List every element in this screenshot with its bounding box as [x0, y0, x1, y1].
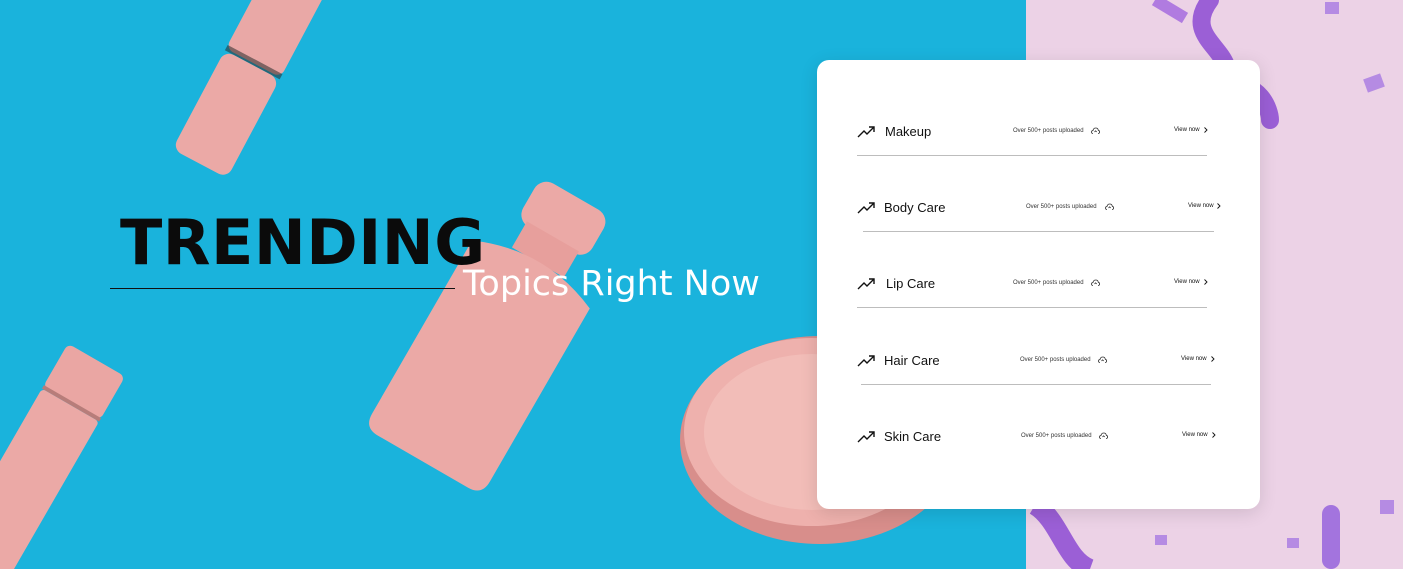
chevron-right-icon [1211, 356, 1215, 362]
row-divider [861, 384, 1211, 385]
cloud-upload-icon [1099, 432, 1108, 439]
cloud-upload-icon [1098, 356, 1107, 363]
topic-name: Lip Care [886, 276, 936, 291]
trending-up-icon [857, 355, 875, 367]
topic-row[interactable]: Lip Care Over 500+ posts uploaded View n… [857, 268, 1208, 308]
topic-meta: Over 500+ posts uploaded [1013, 280, 1084, 286]
cloud-upload-icon [1091, 127, 1100, 134]
trending-topics-card: Makeup Over 500+ posts uploaded View now… [817, 60, 1260, 509]
lipstick-top-image [175, 0, 325, 175]
chevron-right-icon [1212, 432, 1216, 438]
ribbon-bottom-image [1029, 496, 1340, 569]
topic-name: Body Care [884, 200, 946, 215]
trending-up-icon [857, 126, 875, 138]
topic-row[interactable]: Makeup Over 500+ posts uploaded View now [857, 116, 1208, 156]
cloud-upload-icon [1091, 279, 1100, 286]
view-now-link[interactable]: View now [1181, 356, 1207, 362]
topic-name: Makeup [885, 124, 932, 139]
trending-up-icon [857, 202, 875, 214]
topic-meta: Over 500+ posts uploaded [1013, 128, 1084, 134]
topic-meta: Over 500+ posts uploaded [1020, 357, 1091, 363]
row-divider [857, 155, 1207, 156]
chevron-right-icon [1204, 127, 1208, 133]
trending-up-icon [857, 431, 875, 443]
title-underline [110, 288, 455, 289]
topic-row[interactable]: Body Care Over 500+ posts uploaded View … [857, 192, 1221, 232]
topic-name: Hair Care [884, 353, 940, 368]
chevron-right-icon [1204, 279, 1208, 285]
lipstick-bottom-image [0, 345, 123, 569]
view-now-link[interactable]: View now [1174, 127, 1200, 133]
page-subtitle: Topics Right Now [463, 264, 760, 304]
row-divider [863, 231, 1214, 232]
cloud-upload-icon [1105, 203, 1114, 210]
page-title: TRENDING [120, 206, 486, 279]
view-now-link[interactable]: View now [1188, 203, 1214, 209]
topic-row[interactable]: Hair Care Over 500+ posts uploaded View … [857, 345, 1215, 385]
view-now-link[interactable]: View now [1174, 279, 1200, 285]
topic-meta: Over 500+ posts uploaded [1026, 204, 1097, 210]
topic-row[interactable]: Skin Care Over 500+ posts uploaded View … [857, 421, 1217, 461]
topic-meta: Over 500+ posts uploaded [1021, 433, 1092, 439]
view-now-link[interactable]: View now [1182, 432, 1208, 438]
trending-up-icon [857, 278, 875, 290]
topic-name: Skin Care [884, 429, 942, 444]
chevron-right-icon [1217, 203, 1221, 209]
row-divider [857, 307, 1207, 308]
